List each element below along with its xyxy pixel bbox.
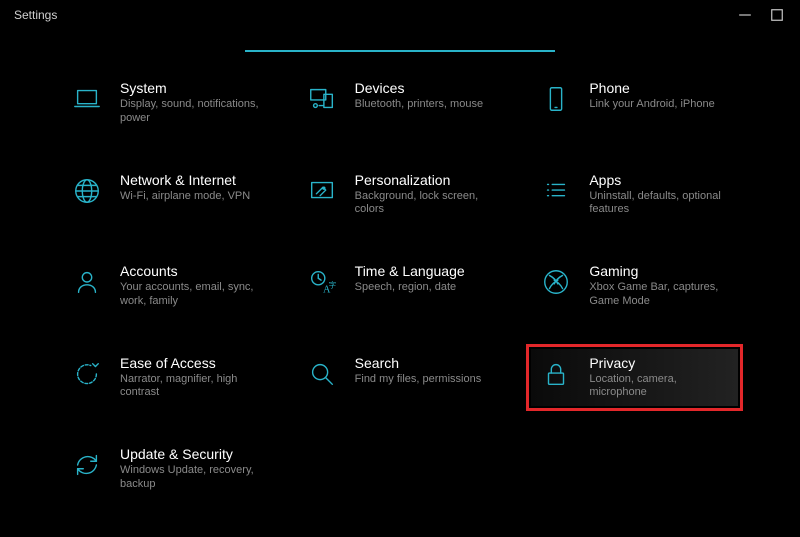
search-icon [305,357,339,391]
tile-time-language[interactable]: A字 Time & Language Speech, region, date [297,257,504,315]
tile-title: Gaming [589,263,730,279]
tile-title: Search [355,355,496,371]
xbox-icon [539,265,573,299]
lock-icon [539,357,573,391]
tile-system[interactable]: System Display, sound, notifications, po… [62,74,269,132]
svg-text:字: 字 [328,280,336,290]
maximize-button[interactable] [770,8,784,22]
tile-apps[interactable]: Apps Uninstall, defaults, optional featu… [531,166,738,224]
devices-icon [305,82,339,116]
tile-privacy[interactable]: Privacy Location, camera, microphone [531,349,738,407]
tile-title: Privacy [589,355,730,371]
tile-title: Update & Security [120,446,261,462]
minimize-button[interactable] [738,8,752,22]
tile-title: Network & Internet [120,172,261,188]
tile-desc: Background, lock screen, colors [355,190,496,218]
tile-desc: Display, sound, notifications, power [120,98,261,126]
tile-personalization[interactable]: Personalization Background, lock screen,… [297,166,504,224]
list-icon [539,174,573,208]
tile-desc: Link your Android, iPhone [589,98,730,112]
tile-title: Ease of Access [120,355,261,371]
tile-desc: Narrator, magnifier, high contrast [120,373,261,401]
paint-icon [305,174,339,208]
tile-devices[interactable]: Devices Bluetooth, printers, mouse [297,74,504,132]
tile-phone[interactable]: Phone Link your Android, iPhone [531,74,738,132]
tile-desc: Bluetooth, printers, mouse [355,98,496,112]
person-icon [70,265,104,299]
phone-icon [539,82,573,116]
accessibility-icon [70,357,104,391]
sync-icon [70,448,104,482]
tile-title: Accounts [120,263,261,279]
laptop-icon [70,82,104,116]
tile-title: Phone [589,80,730,96]
search-input[interactable] [245,26,555,52]
tile-search[interactable]: Search Find my files, permissions [297,349,504,407]
tile-title: Apps [589,172,730,188]
tile-desc: Xbox Game Bar, captures, Game Mode [589,281,730,309]
tile-desc: Windows Update, recovery, backup [120,464,261,492]
tile-desc: Wi-Fi, airplane mode, VPN [120,190,261,204]
tile-title: Time & Language [355,263,496,279]
globe-icon [70,174,104,208]
time-language-icon: A字 [305,265,339,299]
window-controls [738,8,790,22]
tile-network[interactable]: Network & Internet Wi-Fi, airplane mode,… [62,166,269,224]
tile-title: System [120,80,261,96]
tile-desc: Your accounts, email, sync, work, family [120,281,261,309]
tile-desc: Location, camera, microphone [589,373,730,401]
window-title: Settings [10,8,57,22]
tile-desc: Find my files, permissions [355,373,496,387]
tile-desc: Speech, region, date [355,281,496,295]
tile-title: Personalization [355,172,496,188]
tile-accounts[interactable]: Accounts Your accounts, email, sync, wor… [62,257,269,315]
search-bar [0,26,800,52]
tile-desc: Uninstall, defaults, optional features [589,190,730,218]
tile-title: Devices [355,80,496,96]
tile-gaming[interactable]: Gaming Xbox Game Bar, captures, Game Mod… [531,257,738,315]
tile-ease-of-access[interactable]: Ease of Access Narrator, magnifier, high… [62,349,269,407]
settings-grid: System Display, sound, notifications, po… [0,64,800,508]
tile-update-security[interactable]: Update & Security Windows Update, recove… [62,440,269,498]
